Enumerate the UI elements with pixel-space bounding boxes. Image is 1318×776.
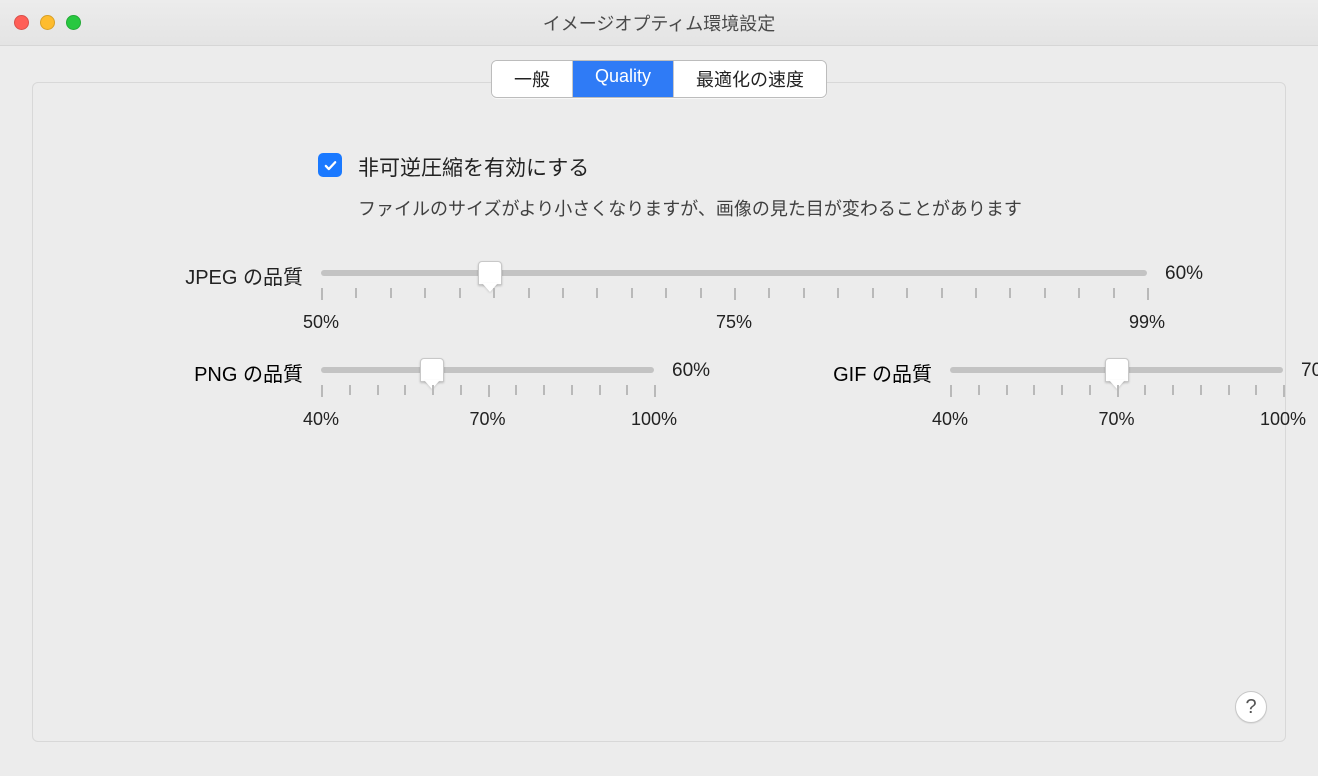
png-quality-value: 60% [672,358,732,382]
enable-lossy-label: 非可逆圧縮を有効にする [358,153,1022,185]
png-quality-label: PNG の品質 [93,358,303,387]
help-icon: ? [1245,696,1256,719]
help-button[interactable]: ? [1235,691,1267,723]
gif-quality-value: 70% [1301,358,1318,382]
tab-general[interactable]: 一般 [492,61,573,97]
lossy-labels: 非可逆圧縮を有効にする ファイルのサイズがより小さくなりますが、画像の見た目が変… [358,153,1022,221]
tab-speed[interactable]: 最適化の速度 [674,61,826,97]
jpeg-quality-value: 60% [1165,261,1225,285]
titlebar: イメージオプティム環境設定 [0,0,1318,46]
jpeg-tick-min: 50% [303,312,339,333]
check-icon [323,158,338,173]
jpeg-quality-label: JPEG の品質 [93,261,303,290]
enable-lossy-description: ファイルのサイズがより小さくなりますが、画像の見た目が変わることがあります [358,195,1022,221]
preferences-panel: 非可逆圧縮を有効にする ファイルのサイズがより小さくなりますが、画像の見た目が変… [32,82,1286,742]
png-tick-min: 40% [303,409,339,430]
tab-bar: 一般 Quality 最適化の速度 [491,60,827,98]
window-title: イメージオプティム環境設定 [0,10,1318,36]
tab-quality[interactable]: Quality [573,61,674,97]
gif-quality-label: GIF の品質 [782,358,932,387]
png-tick-mid: 70% [469,409,505,430]
gif-tick-mid: 70% [1098,409,1134,430]
png-quality-slider[interactable]: 40% 70% 100% [321,358,654,433]
gif-quality-slider[interactable]: 40% 70% 100% [950,358,1283,433]
gif-tick-max: 100% [1260,409,1306,430]
jpeg-tick-max: 99% [1129,312,1165,333]
gif-tick-min: 40% [932,409,968,430]
png-tick-max: 100% [631,409,677,430]
enable-lossy-checkbox[interactable] [318,153,342,177]
jpeg-tick-mid: 75% [716,312,752,333]
jpeg-quality-slider[interactable]: 50% 75% 99% [321,261,1147,336]
